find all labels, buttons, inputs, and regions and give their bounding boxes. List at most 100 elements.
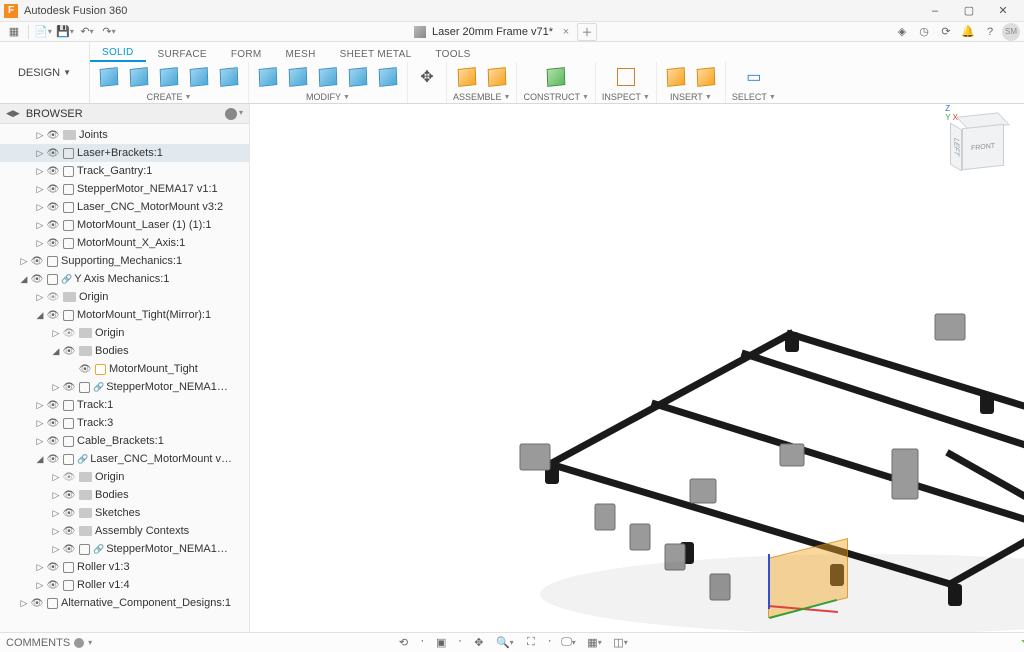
collapse-arrow-icon[interactable]: ◢	[34, 454, 46, 465]
visibility-eye-icon[interactable]: 👁	[46, 454, 60, 465]
expand-arrow-icon[interactable]: ▷	[34, 292, 46, 303]
view-cube[interactable]: LEFT FRONT	[950, 112, 1010, 172]
extensions-icon[interactable]: ◈	[892, 23, 912, 41]
visibility-eye-icon[interactable]: 👁	[78, 364, 92, 375]
shell-tool-icon[interactable]	[285, 64, 311, 90]
tree-node[interactable]: ▷👁Origin	[0, 288, 249, 306]
visibility-eye-icon[interactable]: 👁	[46, 238, 60, 249]
image-tool-icon[interactable]	[693, 64, 719, 90]
fillet-tool-icon[interactable]	[255, 64, 281, 90]
comments-chevron-icon[interactable]: ▾	[88, 638, 92, 647]
tree-node[interactable]: ▷👁Origin	[0, 324, 249, 342]
tree-node[interactable]: ▷👁Roller v1:4	[0, 576, 249, 594]
expand-arrow-icon[interactable]: ▷	[34, 562, 46, 573]
decal-tool-icon[interactable]	[663, 64, 689, 90]
expand-arrow-icon[interactable]: ▷	[50, 544, 62, 555]
ribbon-group-label[interactable]: ASSEMBLE▼	[453, 91, 510, 103]
visibility-eye-icon[interactable]: 👁	[46, 148, 60, 159]
tree-node[interactable]: ▷👁Cable_Brackets:1	[0, 432, 249, 450]
tree-node[interactable]: ◢👁Bodies	[0, 342, 249, 360]
visibility-eye-icon[interactable]: 👁	[46, 310, 60, 321]
expand-arrow-icon[interactable]: ▷	[34, 148, 46, 159]
move-free-tool-icon[interactable]: ✥	[414, 64, 440, 90]
visibility-eye-icon[interactable]: 👁	[62, 508, 76, 519]
ribbon-group-label[interactable]: MODIFY▼	[306, 91, 350, 103]
expand-arrow-icon[interactable]: ▷	[34, 220, 46, 231]
tree-node[interactable]: ▷👁Roller v1:3	[0, 558, 249, 576]
expand-arrow-icon[interactable]: ▷	[50, 490, 62, 501]
window-close-button[interactable]: ✕	[986, 0, 1020, 22]
visibility-eye-icon[interactable]: 👁	[46, 562, 60, 573]
tree-node[interactable]: ▷👁StepperMotor_NEMA17 v1:1	[0, 180, 249, 198]
fit-icon[interactable]: ⛶	[522, 635, 540, 651]
tree-node[interactable]: ▷👁Bodies	[0, 486, 249, 504]
expand-arrow-icon[interactable]: ▷	[50, 382, 62, 393]
visibility-eye-icon[interactable]: 👁	[62, 346, 76, 357]
redo-icon[interactable]: ↷▾	[99, 23, 119, 41]
save-icon[interactable]: 💾▾	[55, 23, 75, 41]
viewcube-front-face[interactable]: FRONT	[962, 124, 1004, 170]
tree-node[interactable]: ▷👁Origin	[0, 468, 249, 486]
tree-node[interactable]: ▷👁Laser_CNC_MotorMount v3:2	[0, 198, 249, 216]
combine-tool-icon[interactable]	[315, 64, 341, 90]
tree-node[interactable]: ▷👁Supporting_Mechanics:1	[0, 252, 249, 270]
visibility-eye-icon[interactable]: 👁	[62, 472, 76, 483]
workspace-switcher[interactable]: DESIGN▼	[0, 42, 90, 103]
expand-arrow-icon[interactable]: ▷	[34, 166, 46, 177]
collapse-arrow-icon[interactable]: ◢	[18, 274, 30, 285]
expand-arrow-icon[interactable]: ▷	[34, 580, 46, 591]
expand-arrow-icon[interactable]: ▷	[18, 598, 30, 609]
ribbon-tab-form[interactable]: FORM	[219, 46, 274, 62]
expand-arrow-icon[interactable]: ▷	[34, 238, 46, 249]
collapse-arrow-icon[interactable]: ◢	[50, 346, 62, 357]
tree-node[interactable]: ▷👁Track_Gantry:1	[0, 162, 249, 180]
tree-node[interactable]: ▷👁MotorMount_Laser (1) (1):1	[0, 216, 249, 234]
comments-settings-icon[interactable]	[74, 638, 84, 648]
browser-menu-chevron-icon[interactable]: ▾	[239, 108, 243, 120]
browser-panel-header[interactable]: ◀▶ BROWSER ▾	[0, 104, 249, 124]
as-built-tool-icon[interactable]	[484, 64, 510, 90]
browser-collapse-icon[interactable]: ◀▶	[6, 108, 20, 119]
new-tab-button[interactable]: ＋	[577, 23, 597, 41]
split-tool-icon[interactable]	[345, 64, 371, 90]
grid-settings-icon[interactable]: ▦▾	[586, 635, 604, 651]
visibility-eye-icon[interactable]: 👁	[46, 202, 60, 213]
viewcube-left-face[interactable]: LEFT	[950, 123, 962, 172]
visibility-eye-icon[interactable]: 👁	[46, 184, 60, 195]
expand-arrow-icon[interactable]: ▷	[34, 436, 46, 447]
expand-arrow-icon[interactable]: ▷	[18, 256, 30, 267]
tree-node[interactable]: ▷👁MotorMount_X_Axis:1	[0, 234, 249, 252]
tree-node[interactable]: ◢👁🔗Y Axis Mechanics:1	[0, 270, 249, 288]
measure-tool-icon[interactable]	[613, 64, 639, 90]
tree-node[interactable]: ◢👁🔗Laser_CNC_MotorMount v…	[0, 450, 249, 468]
sphere-tool-icon[interactable]	[186, 64, 212, 90]
visibility-eye-icon[interactable]: 👁	[30, 256, 44, 267]
visibility-eye-icon[interactable]: 👁	[62, 490, 76, 501]
tree-node[interactable]: ▷👁Laser+Brackets:1	[0, 144, 249, 162]
visibility-eye-icon[interactable]: 👁	[62, 526, 76, 537]
ribbon-group-label[interactable]: CONSTRUCT▼	[523, 91, 588, 103]
tree-node[interactable]: 👁MotorMount_Tight	[0, 360, 249, 378]
tree-node[interactable]: ▷👁🔗StepperMotor_NEMA1…	[0, 540, 249, 558]
expand-arrow-icon[interactable]: ▷	[50, 328, 62, 339]
tree-node[interactable]: ▷👁Alternative_Component_Designs:1	[0, 594, 249, 612]
plane-c-tool-icon[interactable]	[543, 64, 569, 90]
expand-arrow-icon[interactable]: ▷	[34, 418, 46, 429]
file-new-icon[interactable]: 📄▾	[33, 23, 53, 41]
expand-arrow-icon[interactable]: ▷	[50, 508, 62, 519]
document-tab[interactable]: Laser 20mm Frame v71* ×	[414, 25, 573, 39]
tree-node[interactable]: ▷👁Track:3	[0, 414, 249, 432]
ribbon-tab-tools[interactable]: TOOLS	[423, 46, 482, 62]
visibility-eye-icon[interactable]: 👁	[62, 382, 76, 393]
tree-node[interactable]: ▷👁Assembly Contexts	[0, 522, 249, 540]
visibility-eye-icon[interactable]: 👁	[30, 598, 44, 609]
tree-node[interactable]: ▷👁🔗StepperMotor_NEMA1…	[0, 378, 249, 396]
comments-panel-toggle[interactable]: COMMENTS ▾	[6, 637, 92, 649]
visibility-eye-icon[interactable]: 👁	[46, 580, 60, 591]
tree-node[interactable]: ▷👁Joints	[0, 126, 249, 144]
ribbon-group-label[interactable]: INSPECT▼	[602, 91, 650, 103]
sketch-tool-icon[interactable]	[96, 64, 122, 90]
browser-tree[interactable]: ▷👁Joints▷👁Laser+Brackets:1▷👁Track_Gantry…	[0, 124, 249, 632]
orbit-icon[interactable]: ⟲	[394, 635, 412, 651]
window-minimize-button[interactable]: –	[918, 0, 952, 22]
